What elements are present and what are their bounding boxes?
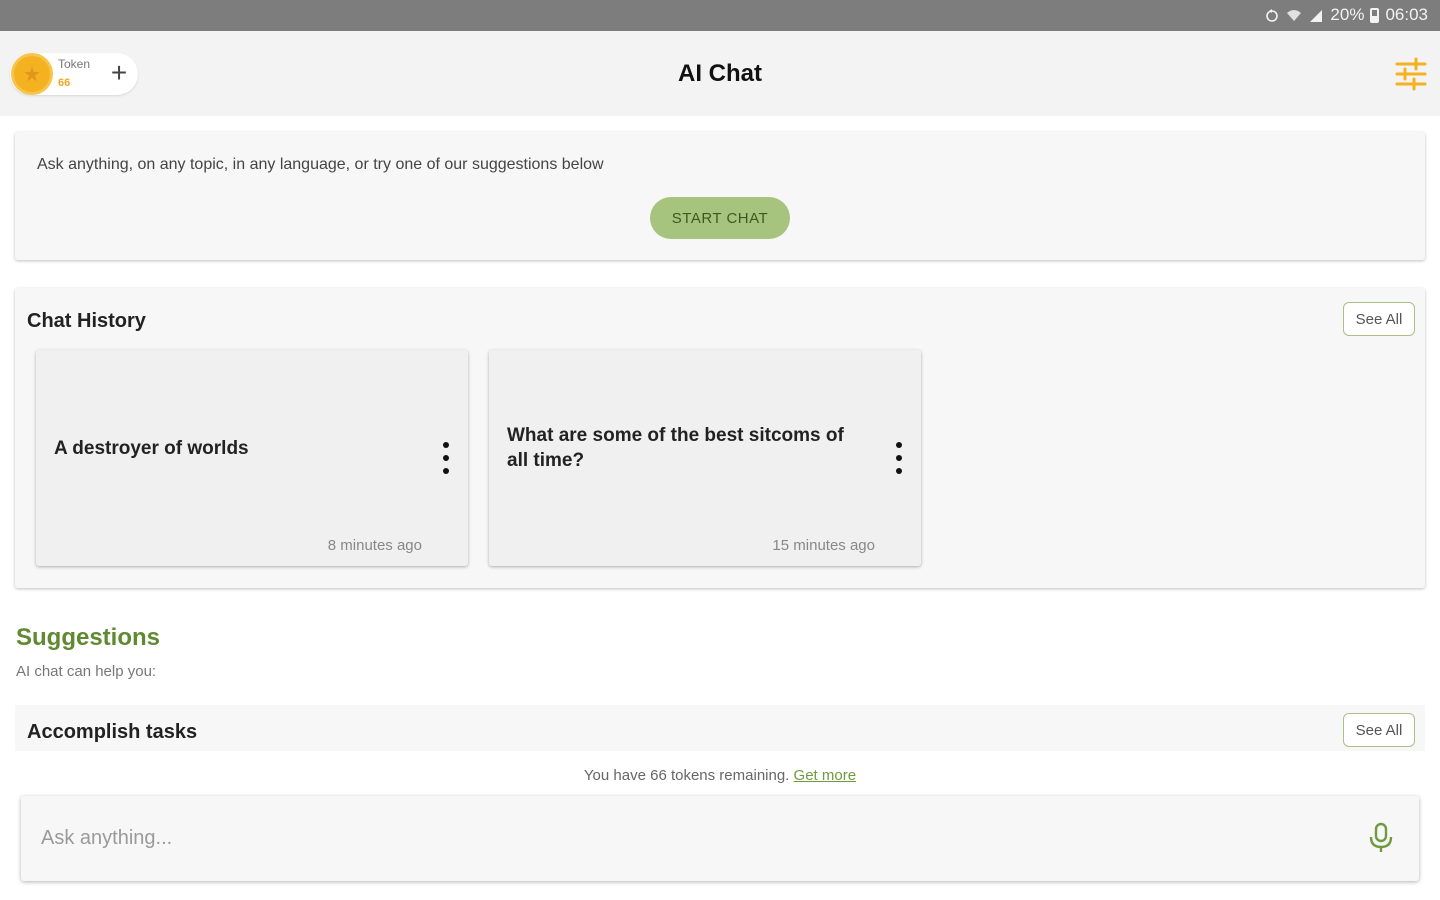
suggestion-category-card: Accomplish tasks See All xyxy=(15,705,1425,751)
clock: 06:03 xyxy=(1385,5,1428,24)
tune-icon[interactable] xyxy=(1394,57,1428,91)
battery-icon xyxy=(1370,7,1380,23)
suggestions-subtitle: AI chat can help you: xyxy=(16,663,157,680)
suggestions-title: Suggestions xyxy=(16,624,161,651)
chat-item-time: 8 minutes ago xyxy=(327,537,422,554)
page-title: AI Chat xyxy=(678,60,762,87)
chat-history-title: Chat History xyxy=(27,310,146,332)
status-bar-right: 20% 06:03 xyxy=(1264,5,1428,25)
tasks-see-all-button[interactable]: See All xyxy=(1343,713,1415,747)
tokens-remaining-text: You have 66 tokens remaining. Get more xyxy=(0,767,1440,784)
tokens-remaining-label: You have 66 tokens remaining. xyxy=(583,767,790,784)
suggestion-category-title: Accomplish tasks xyxy=(27,721,198,743)
chat-history-card: Chat History See All A destroyer of worl… xyxy=(15,288,1425,588)
wifi-icon xyxy=(1287,10,1302,21)
history-see-all-button[interactable]: See All xyxy=(1343,302,1415,336)
app-bar: ★ Token 66 + AI Chat xyxy=(0,31,1440,116)
chat-input-area: You have 66 tokens remaining. Get more xyxy=(0,751,1440,900)
chat-history-item[interactable]: A destroyer of worlds 8 minutes ago xyxy=(36,350,468,566)
chat-item-time: 15 minutes ago xyxy=(772,537,875,554)
signal-icon xyxy=(1310,10,1323,22)
intro-card: Ask anything, on any topic, in any langu… xyxy=(15,132,1425,260)
chat-item-title: What are some of the best sitcoms of all… xyxy=(507,425,844,471)
ask-box xyxy=(21,796,1419,881)
status-bar: 20% 06:03 xyxy=(0,0,1440,31)
intro-text: Ask anything, on any topic, in any langu… xyxy=(37,156,604,173)
more-options-icon[interactable] xyxy=(436,438,456,478)
chat-item-title: A destroyer of worlds xyxy=(54,438,249,459)
more-options-icon[interactable] xyxy=(889,438,909,478)
ask-input[interactable] xyxy=(41,818,1341,858)
sync-icon xyxy=(1266,9,1279,22)
microphone-icon[interactable] xyxy=(1367,822,1395,854)
get-more-link[interactable]: Get more xyxy=(794,767,857,784)
start-chat-button[interactable]: START CHAT xyxy=(650,197,790,239)
battery-percent: 20% xyxy=(1330,5,1365,24)
chat-history-item[interactable]: What are some of the best sitcoms of all… xyxy=(489,350,921,566)
